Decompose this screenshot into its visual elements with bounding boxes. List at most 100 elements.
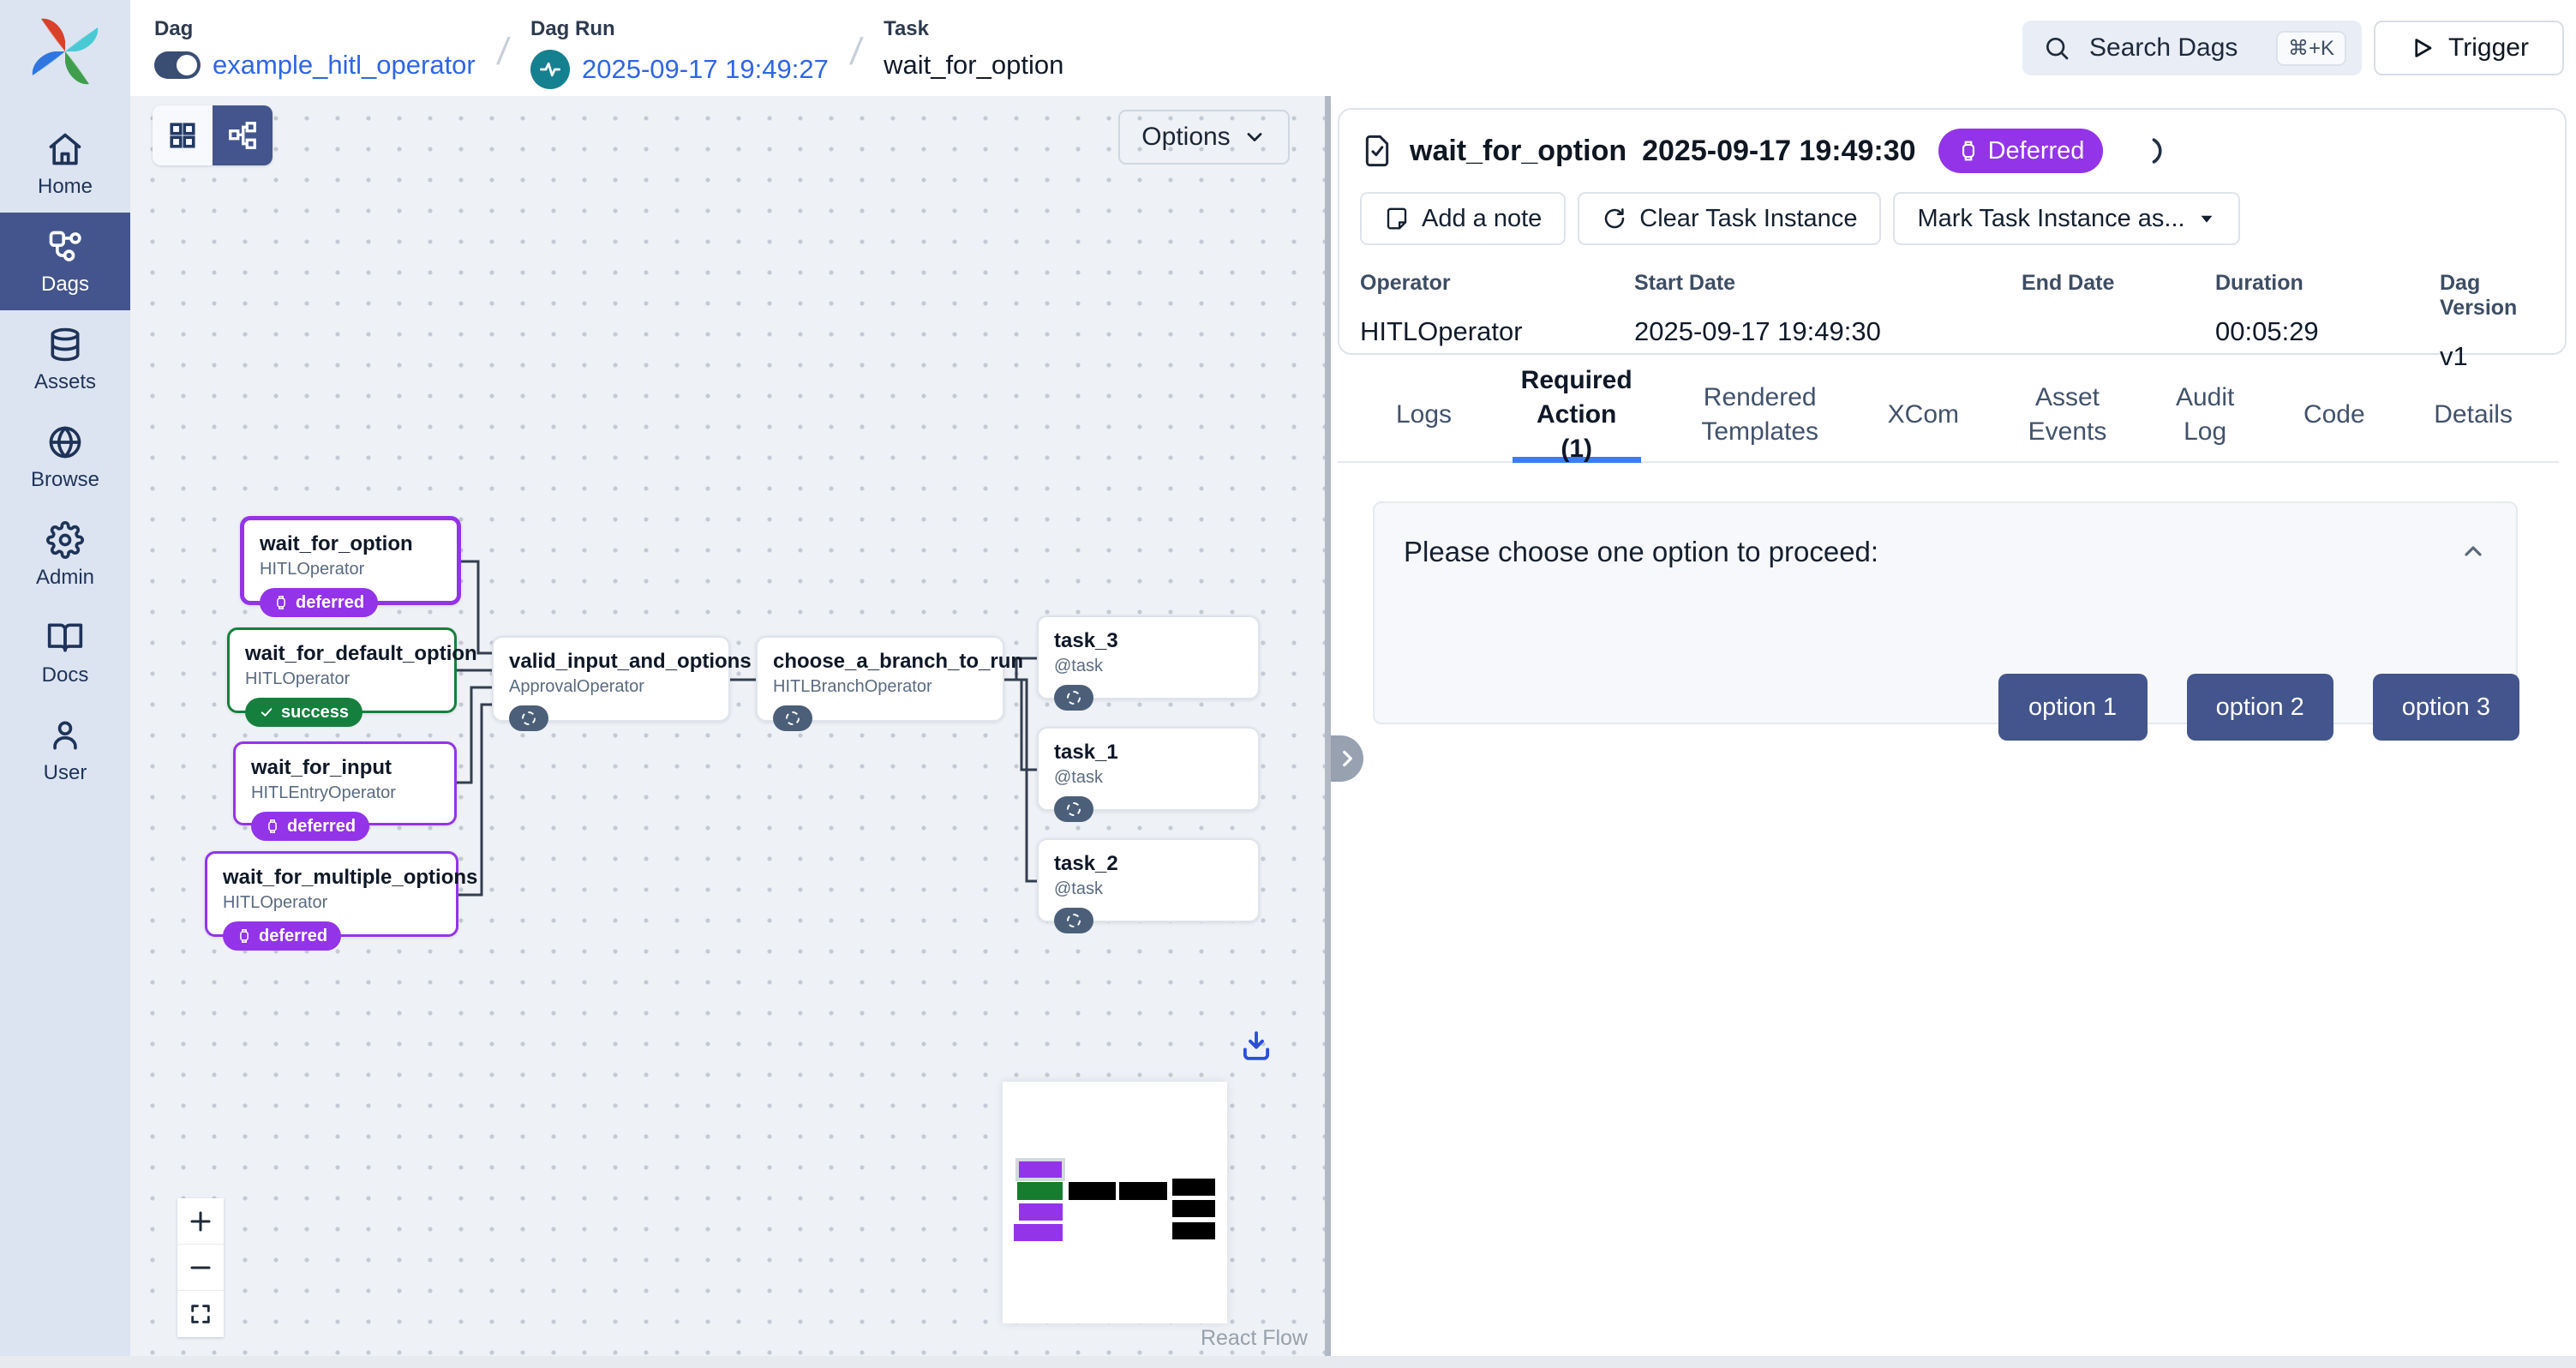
clear-task-instance-button[interactable]: Clear Task Instance: [1578, 192, 1881, 245]
task-node-valid-input-and-options[interactable]: valid_input_and_options ApprovalOperator: [492, 636, 730, 722]
dag-pause-toggle[interactable]: [154, 51, 201, 79]
task-node-task-1[interactable]: task_1 @task: [1037, 727, 1260, 811]
task-node-wait-for-input[interactable]: wait_for_input HITLEntryOperator deferre…: [233, 741, 457, 825]
database-icon: [46, 326, 84, 363]
tab-xcom[interactable]: XCom: [1879, 372, 1968, 463]
task-node-wait-for-default-option[interactable]: wait_for_default_option HITLOperator suc…: [227, 627, 457, 713]
task-node-wait-for-multiple-options[interactable]: wait_for_multiple_options HITLOperator d…: [205, 851, 458, 937]
node-title: task_1: [1054, 741, 1243, 765]
react-flow-attribution[interactable]: React Flow: [1201, 1326, 1308, 1351]
option-1-button[interactable]: option 1: [1998, 674, 2148, 741]
start-date-label: Start Date: [1634, 271, 2022, 296]
download-graph-button[interactable]: [1236, 1025, 1277, 1066]
graph-minimap[interactable]: [1003, 1082, 1227, 1323]
dag-link[interactable]: example_hitl_operator: [213, 50, 476, 81]
sidebar-item-label: Docs: [42, 663, 89, 687]
trigger-button[interactable]: Trigger: [2374, 21, 2564, 75]
topbar: Dag example_hitl_operator / Dag Run 2025…: [130, 0, 2576, 96]
dags-icon: [46, 228, 84, 266]
fit-view-button[interactable]: [177, 1291, 224, 1337]
sidebar-item-admin[interactable]: Admin: [0, 506, 130, 603]
dag-run-link[interactable]: 2025-09-17 19:49:27: [582, 54, 829, 85]
node-title: wait_for_option: [260, 532, 441, 556]
add-note-button[interactable]: Add a note: [1360, 192, 1566, 245]
check-icon: [259, 705, 274, 720]
task-node-task-2[interactable]: task_2 @task: [1037, 838, 1260, 922]
tab-logs[interactable]: Logs: [1387, 372, 1460, 463]
airflow-pinwheel-icon: [22, 9, 108, 94]
breadcrumb-dag-run: Dag Run 2025-09-17 19:49:27: [530, 7, 829, 89]
task-instance-details: Operator HITLOperator Start Date 2025-09…: [1360, 271, 2544, 374]
dag-graph-canvas[interactable]: Options wait_for_option HITLOperator def…: [130, 96, 1325, 1368]
zoom-in-button[interactable]: [177, 1198, 224, 1245]
spinner-arc-icon: [2132, 135, 2163, 166]
graph-icon: [227, 120, 258, 151]
zoom-controls: [177, 1198, 224, 1337]
minimap-node-wait-for-option: [1019, 1161, 1062, 1178]
collapse-card-button[interactable]: [2459, 537, 2487, 565]
breadcrumb-dag: Dag example_hitl_operator: [154, 7, 476, 81]
sidebar-item-label: Dags: [41, 273, 89, 297]
tab-details[interactable]: Details: [2425, 372, 2521, 463]
mark-task-instance-as-dropdown[interactable]: Mark Task Instance as...: [1893, 192, 2239, 245]
sidebar-item-dags[interactable]: Dags: [0, 213, 130, 310]
grid-view-button[interactable]: [153, 105, 213, 165]
dag-label: Dag: [154, 17, 476, 41]
chevron-down-icon: [1243, 125, 1267, 149]
search-placeholder: Search Dags: [2089, 33, 2261, 63]
airflow-logo[interactable]: [21, 7, 110, 96]
task-instance-panel: wait_for_option 2025-09-17 19:49:30 Defe…: [1331, 96, 2576, 1368]
task-instance-header-card: wait_for_option 2025-09-17 19:49:30 Defe…: [1338, 108, 2567, 355]
watch-icon: [265, 819, 280, 834]
globe-icon: [46, 423, 84, 461]
sidebar-item-label: Assets: [34, 370, 96, 394]
edge: [457, 687, 492, 783]
tab-asset-events[interactable]: Asset Events: [2020, 372, 2116, 463]
search-icon: [2043, 34, 2070, 62]
end-date-label: End Date: [2022, 271, 2215, 296]
graph-view-button[interactable]: [213, 105, 273, 165]
chevron-right-icon: [1336, 747, 1358, 770]
node-title: choose_a_branch_to_run: [773, 650, 987, 674]
dag-run-state-icon: [530, 50, 570, 89]
chevron-up-icon: [2459, 537, 2487, 565]
task-instance-timestamp: 2025-09-17 19:49:30: [1642, 135, 1915, 168]
tab-audit-log[interactable]: Audit Log: [2167, 372, 2243, 463]
search-dags-input[interactable]: Search Dags ⌘+K: [2022, 21, 2362, 75]
state-badge-no-status: [509, 705, 548, 731]
node-title: valid_input_and_options: [509, 650, 713, 674]
minimap-node-choose-a-branch-to-run: [1119, 1182, 1167, 1200]
operator-value: HITLOperator: [1360, 316, 1634, 349]
search-shortcut-kbd: ⌘+K: [2276, 31, 2346, 66]
panel-resize-divider[interactable]: [1325, 96, 1331, 1368]
gear-icon: [46, 521, 84, 559]
watch-icon: [273, 595, 289, 610]
fit-view-icon: [189, 1302, 213, 1326]
sidebar-item-home[interactable]: Home: [0, 115, 130, 213]
breadcrumb-separator: /: [848, 31, 864, 74]
task-node-choose-a-branch-to-run[interactable]: choose_a_branch_to_run HITLBranchOperato…: [756, 636, 1004, 722]
node-operator: @task: [1054, 879, 1243, 899]
clear-task-instance-label: Clear Task Instance: [1639, 205, 1857, 233]
sidebar-item-assets[interactable]: Assets: [0, 310, 130, 408]
task-node-task-3[interactable]: task_3 @task: [1037, 615, 1260, 699]
sidebar-item-docs[interactable]: Docs: [0, 603, 130, 701]
task-node-wait-for-option[interactable]: wait_for_option HITLOperator deferred: [240, 516, 461, 605]
option-3-button[interactable]: option 3: [2373, 674, 2519, 741]
minimap-node-valid-input-and-options: [1069, 1182, 1116, 1200]
sidebar-item-user[interactable]: User: [0, 701, 130, 799]
minus-icon: [188, 1255, 213, 1281]
sidebar-item-browse[interactable]: Browse: [0, 408, 130, 506]
tab-rendered-templates[interactable]: Rendered Templates: [1692, 372, 1827, 463]
sidebar-nav: Home Dags Assets Browse Admin Do: [0, 115, 130, 825]
zoom-out-button[interactable]: [177, 1245, 224, 1291]
horizontal-scrollbar-track[interactable]: [0, 1356, 2576, 1368]
download-icon: [1238, 1028, 1274, 1064]
option-2-button[interactable]: option 2: [2187, 674, 2333, 741]
minimap-node-task-3: [1172, 1179, 1215, 1196]
options-label: Options: [1141, 123, 1230, 152]
tab-code[interactable]: Code: [2295, 372, 2374, 463]
graph-options-button[interactable]: Options: [1118, 110, 1290, 165]
tab-required-action[interactable]: Required Action (1): [1513, 372, 1641, 463]
no-status-icon: [1067, 802, 1081, 816]
